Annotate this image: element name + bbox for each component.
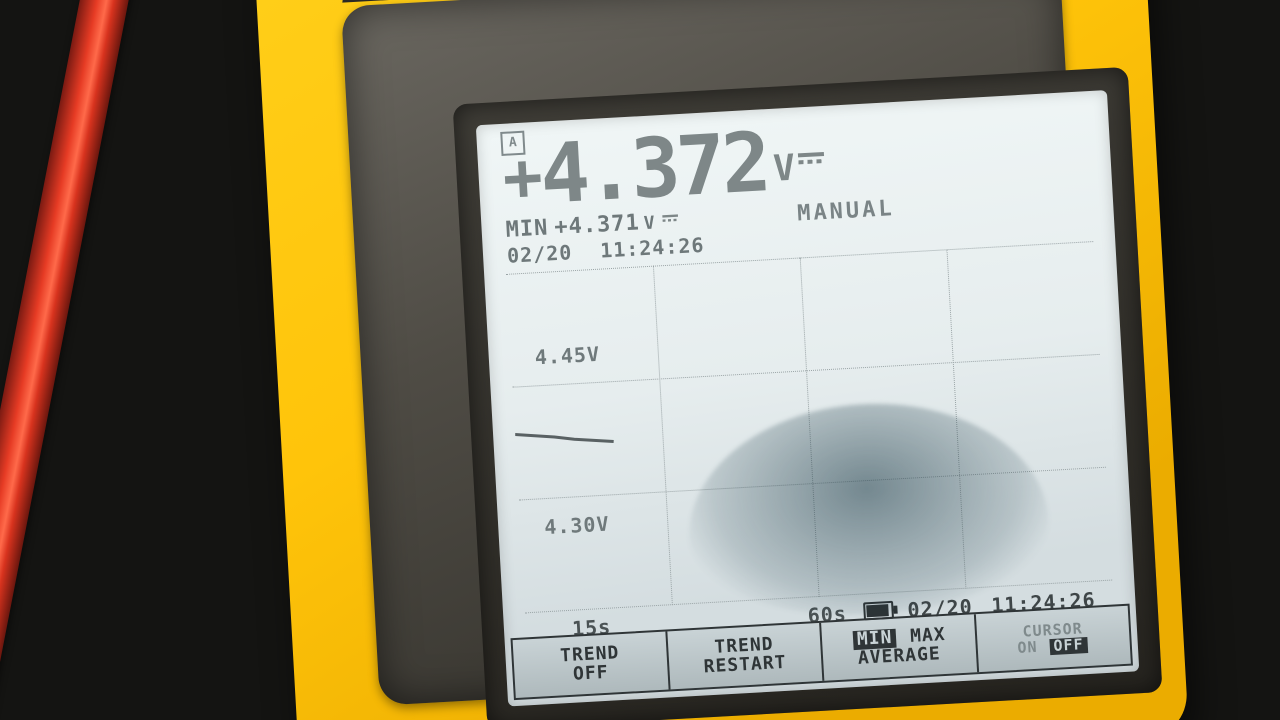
stat-unit: V [643, 212, 656, 234]
reading-unit: V [772, 148, 796, 190]
stat-label: MIN [505, 215, 549, 242]
lcd-bezel: A +4.372V MIN+4.371V MANUAL 02/2011:24:2… [341, 0, 1099, 706]
plot-area: 4.45V 4.30V [506, 241, 1112, 613]
softkey-cursor-toggle[interactable]: CURSORON OFF [975, 606, 1130, 672]
time-label: 11:24:26 [600, 233, 706, 263]
dc-icon [798, 152, 825, 164]
y-tick-label: 4.30V [544, 512, 610, 540]
y-tick-label: 4.45V [534, 342, 600, 370]
scopemeter-body: FLUKE 125 INDUSTRIAL SCOPEMETER 40 MHz A… [253, 0, 1189, 720]
scene-root: FLUKE 125 INDUSTRIAL SCOPEMETER 40 MHz A… [0, 0, 1280, 720]
stat-sign: + [554, 214, 570, 240]
dc-icon [662, 214, 678, 221]
softkey-trend-restart[interactable]: TRENDRESTART [667, 623, 824, 690]
lcd-screen: A +4.372V MIN+4.371V MANUAL 02/2011:24:2… [476, 90, 1140, 706]
trend-trace [506, 241, 1112, 613]
reading-sign: + [501, 138, 543, 217]
range-mode: MANUAL [797, 196, 896, 226]
softkey-trend-off[interactable]: TRENDOFF [513, 631, 670, 698]
softkey-stat-select[interactable]: MIN MAXAVERAGE [821, 614, 978, 681]
test-lead-red [0, 0, 136, 720]
date-label: 02/20 [506, 240, 572, 268]
reading-digits: 4.372 [538, 115, 770, 223]
lcd-frame: A +4.372V MIN+4.371V MANUAL 02/2011:24:2… [453, 67, 1163, 720]
stat-value: 4.371 [568, 210, 641, 239]
primary-reading: +4.372V [500, 112, 827, 225]
